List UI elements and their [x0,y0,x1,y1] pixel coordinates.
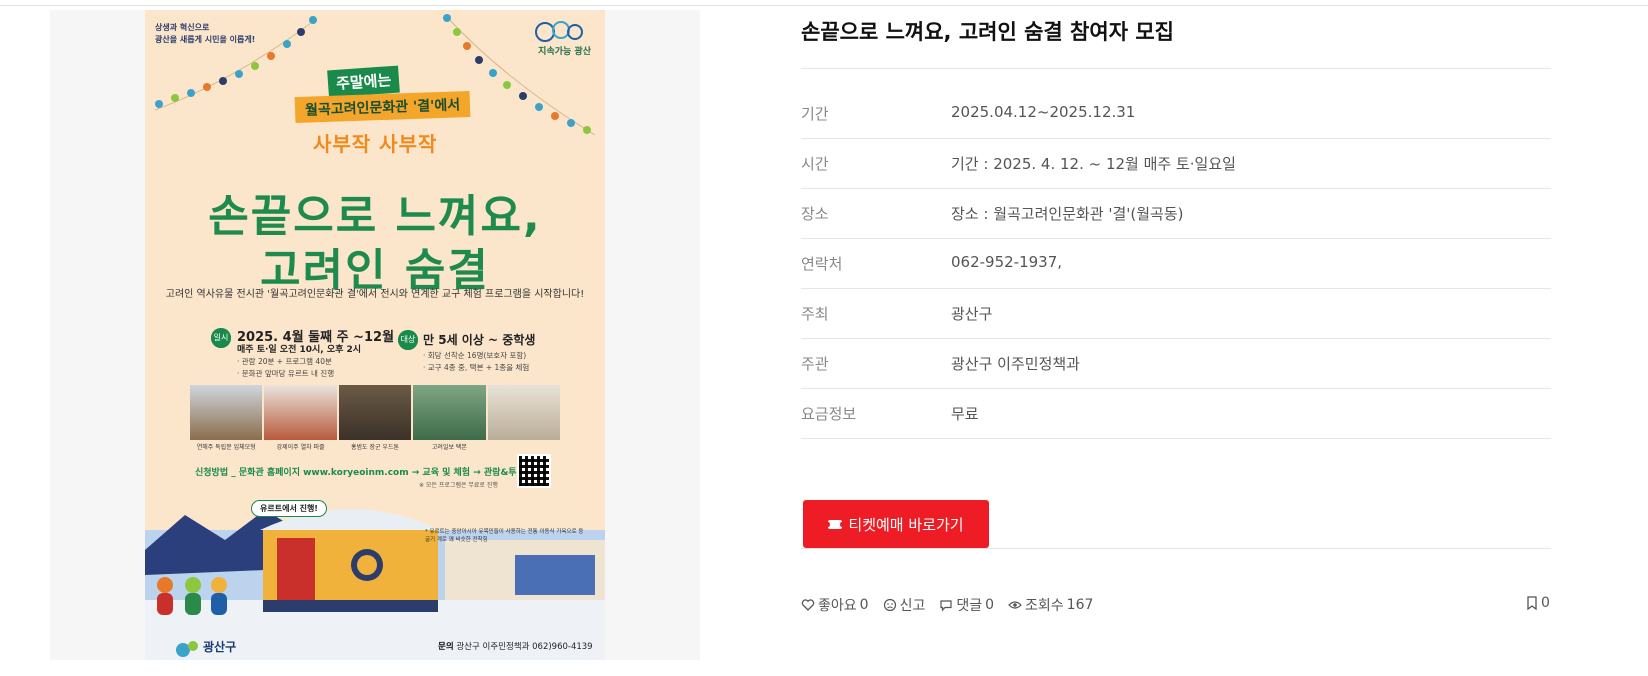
poster-gu-logo: 광산구 [203,640,237,654]
divider [801,548,1551,549]
poster-logo-text: 지속가능 광산 [538,47,591,57]
divider [801,138,1551,139]
photo-caption: 홍범도 장군 우드톤 [351,444,399,451]
divider [801,438,1551,439]
host-value: 광산구 [951,305,993,323]
comment-count: 0 [985,597,995,613]
poster-when-badge: 일시 [211,328,231,348]
time-label: 시간 [801,155,829,173]
like-count: 0 [859,597,869,613]
bookmark-count: 0 [1541,595,1550,611]
poster-when-sub: 매주 토·일 오전 10시, 오후 2시 [237,345,362,355]
bookmark-icon [1527,596,1537,610]
top-divider [0,5,1648,6]
comment-icon [940,600,952,612]
bookmark-button[interactable]: 0 [1526,595,1550,611]
like-button[interactable]: 좋아요 0 [801,595,869,615]
poster-contact: 문의 광산구 이주민정책과 062)960-4139 [438,642,593,652]
report-icon [883,598,896,612]
view-number: 167 [1066,597,1094,613]
divider [801,388,1551,389]
divider [801,188,1551,189]
photo-rubbing [487,385,561,440]
divider [801,288,1551,289]
photo-wood-stamp [338,385,412,440]
organizer-label: 주관 [801,355,829,373]
poster-frame: 상생과 혁신으로 광산을 새롭게 시민을 이롭게! 지속가능 광산 주말에는 월… [50,10,700,660]
photo-caption: 연해주 독립문 입체모형 [196,444,256,451]
poster-who-note-2: · 교구 4종 중, 택본 + 1종을 체험 [423,363,530,372]
poster-caption-row: 연해주 독립문 입체모형 강제이주 열차 퍼즐 홍범도 장군 우드톤 고려일보 … [190,442,560,451]
qr-code [517,454,551,488]
divider [801,238,1551,239]
photo-gate-model [190,385,263,440]
poster-weekend: 주말에는 [327,65,401,98]
poster-when-note-2: · 문화관 앞마당 유르트 내 진행 [237,369,335,378]
time-value: 기간 : 2025. 4. 12. ~ 12월 매주 토·일요일 [951,155,1236,173]
comment-button[interactable]: 댓글 0 [939,595,994,615]
photo-newspaper [413,385,486,440]
view-count: 조회수 167 [1008,595,1093,615]
poster-sabu: 사부작 사부작 [313,132,438,156]
view-label: 조회수 [1025,598,1064,614]
poster-photo-row [190,385,561,440]
poster-bubble: 유르트에서 진행! [251,500,327,517]
photo-caption: 고려일보 택본 [431,444,467,451]
poster-who-badge: 대상 [398,330,418,350]
fee-label: 요금정보 [801,405,857,423]
event-title: 손끝으로 느껴요, 고려인 숨결 참여자 모집 [801,20,1174,44]
ticket-button-label: 티켓예매 바로가기 [848,515,964,534]
report-label: 신고 [899,598,926,614]
comment-label: 댓글 [956,598,983,614]
place-value: 장소 : 월곡고려인문화관 '결'(월곡동) [951,205,1184,223]
like-label: 좋아요 [818,598,857,614]
poster-who: 만 5세 이상 ~ 중학생 [423,333,536,347]
report-button[interactable]: 신고 [883,595,926,615]
poster-small-note: * 유르트는 중앙아시아 유목민들이 사용하는 전통 이동식 가옥으로 둥글기 … [425,529,584,543]
divider [801,68,1551,69]
host-label: 주최 [801,305,829,323]
ticket-icon [827,519,844,529]
fee-value: 무료 [951,405,979,423]
period-value: 2025.04.12~2025.12.31 [951,103,1136,121]
stats-bar: 좋아요 0 신고 댓글 0 조회수 167 [801,595,1093,615]
place-label: 장소 [801,205,829,223]
ticket-button[interactable]: 티켓예매 바로가기 [803,500,989,548]
contact-label: 연락처 [801,255,843,273]
period-label: 기간 [801,105,829,123]
photo-train-puzzle [264,385,337,440]
heart-icon [801,599,815,611]
photo-caption: 강제이주 열차 퍼즐 [276,444,325,451]
eye-icon [1008,601,1022,609]
photo-caption [488,442,560,451]
poster-who-note-1: · 회당 선착순 16명(보호자 포함) [423,351,527,360]
poster-apply-note: ※ 모든 프로그램은 무료로 진행 [419,482,498,489]
poster-apply: 신청방법 _ 문화관 홈페이지 www.koryeoinm.com → 교육 및… [195,468,545,478]
organizer-value: 광산구 이주민정책과 [951,355,1080,373]
poster-when-note-1: · 관람 20분 + 프로그램 40분 [237,357,332,366]
contact-value: 062-952-1937, [951,253,1063,271]
poster-intro: 고려인 역사유물 전시관 '월곡고려인문화관 결'에서 전시와 연계한 교구 체… [165,289,585,300]
event-poster: 상생과 혁신으로 광산을 새롭게 시민을 이롭게! 지속가능 광산 주말에는 월… [145,10,605,660]
poster-tagline: 상생과 혁신으로 광산을 새롭게 시민을 이롭게! [155,23,256,44]
divider [801,338,1551,339]
